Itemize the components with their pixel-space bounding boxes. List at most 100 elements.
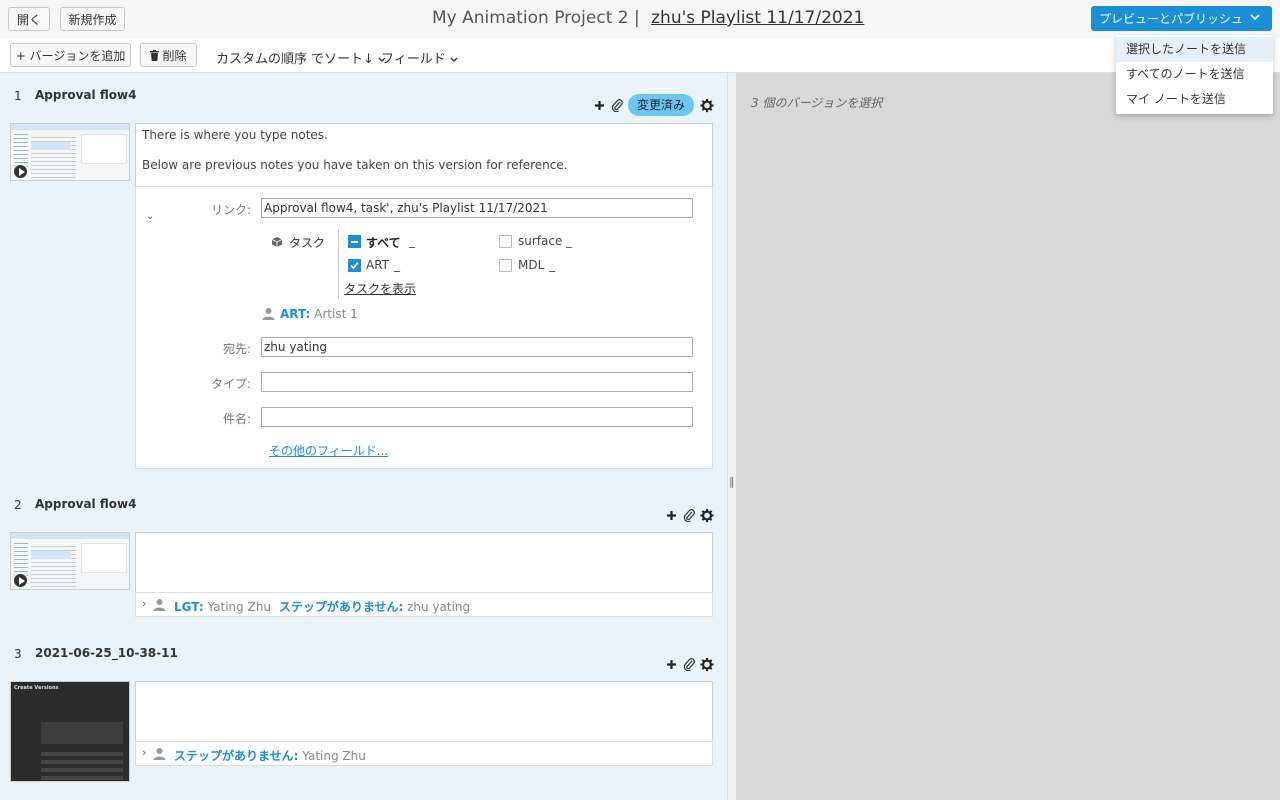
version-thumbnail[interactable] [10,532,130,590]
link-field[interactable]: Approval flow4, task', zhu's Playlist 11… [261,198,693,218]
plus-icon[interactable] [592,98,606,112]
footer-user: Yating Zhu [207,600,271,614]
assignee-name: Artist 1 [314,307,358,321]
send-all-notes-item[interactable]: すべてのノートを送信 [1116,62,1273,87]
send-my-notes-item[interactable]: マイ ノートを送信 [1116,87,1273,112]
version-footer: › ステップがありません: Yating Zhu [135,741,713,766]
sort-dropdown[interactable]: カスタムの順序 でソート↓ [216,48,386,67]
cube-icon [271,236,283,251]
version-name: 2021-06-25_10-38-11 [35,646,178,660]
task-art-checkbox[interactable] [348,259,361,272]
chevron-down-icon [450,52,458,67]
selection-count: 3 個のバージョンを選択 [751,96,883,110]
note-editor[interactable] [135,532,713,593]
gear-icon[interactable] [700,98,714,112]
paperclip-icon[interactable] [682,657,696,671]
task-surface-checkbox[interactable] [499,235,512,248]
task-surface-dash: _ [566,234,572,248]
gear-icon[interactable] [700,657,714,671]
note-editor[interactable]: There is where you type notes. Below are… [135,123,713,187]
playlist-title-link[interactable]: zhu's Playlist 11/17/2021 [651,8,864,28]
task-surface-label: surface [518,234,563,248]
fields-dropdown[interactable]: フィールド [381,48,458,67]
version-name: Approval flow4 [35,88,137,102]
expand-icon[interactable]: › [142,597,146,610]
version-number: 2 [14,498,22,512]
footer-no-step: ステップがありません: [174,749,299,763]
send-selected-notes-item[interactable]: 選択したノートを送信 [1116,37,1273,62]
plus-icon[interactable] [664,657,678,671]
task-mdl-dash: _ [549,258,555,272]
publish-menu: 選択したノートを送信 すべてのノートを送信 マイ ノートを送信 [1116,35,1273,114]
note-text-line2: Below are previous notes you have taken … [142,158,568,172]
selection-panel: 3 個のバージョンを選択 [736,73,1280,800]
subject-field[interactable] [261,407,693,427]
task-mdl-checkbox[interactable] [499,259,512,272]
more-fields-link[interactable]: その他のフィールド... [269,442,388,459]
trash-icon [150,49,160,61]
plus-icon[interactable] [664,508,678,522]
version-actions [664,508,714,522]
task-all-label: すべて [366,236,401,250]
footer-user2: zhu yating [407,600,471,614]
collapse-icon[interactable]: ⌄ [146,211,154,222]
version-actions: 変更済み [592,94,714,116]
to-label: 宛先: [222,342,251,356]
show-tasks-link[interactable]: タスクを表示 [344,280,416,297]
footer-no-step: ステップがありません: [278,600,404,614]
delete-button[interactable]: 削除 [140,43,197,67]
footer-user: Yating Zhu [302,749,366,763]
task-label: タスク [289,236,326,250]
gear-icon[interactable] [700,508,714,522]
panel-splitter[interactable]: ‖ [727,73,736,800]
play-icon[interactable] [13,164,28,179]
note-editor[interactable] [135,681,713,742]
toolbar: + バージョンを追加 削除 カスタムの順序 でソート↓ フィールド [0,38,1280,73]
note-text-line1: There is where you type notes. [142,128,328,142]
project-title: My Animation Project 2 | [432,8,640,28]
expand-icon[interactable]: › [142,746,146,759]
fields-label: フィールド [381,52,446,67]
user-icon [262,307,275,323]
type-field[interactable] [261,372,693,392]
sort-label: カスタムの順序 でソート↓ [216,52,375,67]
footer-step: LGT: [174,600,204,614]
play-icon[interactable] [13,573,28,588]
paperclip-icon[interactable] [682,508,696,522]
new-button[interactable]: 新規作成 [60,7,125,31]
publish-label: プレビューとパブリッシュ [1099,12,1244,26]
subject-label: 件名: [222,412,251,426]
version-name: Approval flow4 [35,497,137,511]
type-label: タイプ: [210,377,251,391]
task-all-dash: _ [409,234,415,248]
task-art-dash: _ [394,258,400,272]
open-button[interactable]: 開く [8,7,50,31]
chevron-down-icon [1250,13,1260,24]
divider [338,229,339,299]
version-number: 3 [14,647,22,661]
version-thumbnail[interactable] [10,123,130,181]
top-bar: 開く 新規作成 My Animation Project 2 | zhu's P… [0,0,1280,38]
user-icon [153,598,166,614]
delete-label: 削除 [162,48,187,63]
assignee-step: ART: [280,307,311,321]
link-label: リンク: [210,203,251,217]
add-version-button[interactable]: + バージョンを追加 [10,43,131,67]
user-icon [153,747,166,763]
splitter-handle-icon[interactable]: ‖ [729,475,735,488]
footer-assignee: ステップがありません: Yating Zhu [174,747,366,764]
version-footer: › LGT: Yating Zhu ステップがありません: zhu yating [135,592,713,617]
task-art-label: ART [366,258,390,272]
task-mdl-label: MDL [518,258,545,272]
version-thumbnail[interactable]: Create Versions [10,681,130,782]
status-badge[interactable]: 変更済み [628,94,695,116]
footer-assignee: LGT: Yating Zhu ステップがありません: zhu yating [174,598,470,615]
version-actions [664,657,714,671]
version-number: 1 [14,89,22,103]
paperclip-icon[interactable] [610,98,624,112]
to-field[interactable]: zhu yating [261,337,693,357]
assignee: ART: Artist 1 [280,307,358,321]
task-all-checkbox[interactable] [348,235,361,248]
versions-panel: 1 Approval flow4 変更済み There is where you… [0,73,727,800]
preview-publish-button[interactable]: プレビューとパブリッシュ [1091,6,1272,31]
